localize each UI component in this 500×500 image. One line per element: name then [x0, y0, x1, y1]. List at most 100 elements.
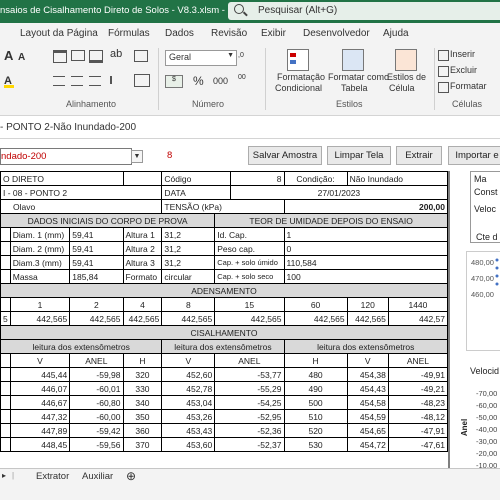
cell[interactable]: Peso cap. — [214, 241, 285, 256]
cell[interactable]: Cap. + solo úmido — [214, 255, 285, 270]
cell[interactable]: 4 — [122, 297, 163, 312]
delete-button[interactable]: Excluir — [450, 65, 477, 75]
cell[interactable]: Diam. 1 (mm) — [9, 227, 71, 242]
cell[interactable] — [0, 297, 11, 312]
sample-combo[interactable]: ndado-200 — [0, 148, 132, 165]
cell[interactable]: 446,07 — [9, 381, 71, 396]
clear-screen-button[interactable]: Limpar Tela — [327, 146, 391, 165]
format-icon[interactable] — [438, 82, 449, 93]
cell[interactable]: 454,59 — [346, 409, 389, 424]
cell[interactable]: 31,2 — [161, 227, 216, 242]
cell[interactable]: 452,60 — [161, 367, 216, 382]
cell[interactable]: Diam.3 (mm) — [9, 255, 71, 270]
align-bottom-icon[interactable] — [89, 50, 103, 63]
cell[interactable]: 445,44 — [9, 367, 71, 382]
tab-formulas[interactable]: Fórmulas — [108, 28, 150, 39]
cell[interactable] — [0, 367, 11, 382]
cell[interactable]: Código — [161, 171, 231, 186]
cell[interactable]: -47,61 — [387, 437, 448, 452]
cell[interactable]: -48,23 — [387, 395, 448, 410]
cell[interactable]: 453,26 — [161, 409, 216, 424]
cell[interactable]: 340 — [122, 395, 163, 410]
tab-desenvolvedor[interactable]: Desenvolvedor — [303, 28, 370, 39]
cell[interactable]: Massa — [9, 269, 71, 284]
cell[interactable]: Formato — [122, 269, 163, 284]
cell[interactable]: 454,58 — [346, 395, 389, 410]
cell[interactable]: 27/01/2023 — [229, 185, 448, 200]
cell[interactable]: -47,91 — [387, 423, 448, 438]
cell[interactable] — [0, 409, 11, 424]
cell[interactable]: 454,65 — [346, 423, 389, 438]
insert-icon[interactable] — [438, 50, 449, 61]
cell[interactable]: -59,42 — [69, 423, 124, 438]
cell[interactable]: 442,565 — [214, 311, 285, 326]
cell[interactable]: 1440 — [387, 297, 448, 312]
cell[interactable]: 185,84 — [69, 269, 124, 284]
cell[interactable]: 59,41 — [69, 227, 124, 242]
cell[interactable]: -60,80 — [69, 395, 124, 410]
cell[interactable]: 5 — [0, 311, 11, 326]
cell[interactable]: 330 — [122, 381, 163, 396]
cell[interactable]: circular — [161, 269, 216, 284]
cell[interactable]: 530 — [283, 437, 348, 452]
cell[interactable]: 1 — [9, 297, 71, 312]
cell-styles-label-2[interactable]: Célula — [389, 83, 415, 93]
cell[interactable]: -59,56 — [69, 437, 124, 452]
font-color-icon[interactable]: A — [4, 75, 14, 88]
align-left-icon[interactable] — [53, 76, 65, 86]
cell[interactable]: 454,38 — [346, 367, 389, 382]
orientation-icon[interactable]: ab — [110, 48, 124, 62]
cell[interactable]: -59,98 — [69, 367, 124, 382]
cell[interactable]: 442,565 — [69, 311, 124, 326]
cell[interactable] — [0, 255, 11, 270]
accounting-icon[interactable]: $ — [165, 75, 183, 88]
cell[interactable]: -52,95 — [214, 409, 285, 424]
tab-scroll-right-icon[interactable]: ▸ — [2, 471, 6, 480]
cell[interactable] — [122, 171, 163, 186]
cell[interactable]: 480 — [283, 367, 348, 382]
cell[interactable]: 500 — [283, 395, 348, 410]
cell[interactable] — [0, 395, 11, 410]
chevron-down-icon[interactable]: ▼ — [131, 150, 143, 163]
cell[interactable]: 0 — [283, 241, 448, 256]
cell[interactable] — [0, 423, 11, 438]
cell[interactable]: Altura 2 — [122, 241, 163, 256]
cell[interactable]: 448,45 — [9, 437, 71, 452]
cell[interactable]: 447,89 — [9, 423, 71, 438]
cell[interactable]: I - 08 - PONTO 2 — [0, 185, 163, 200]
cell[interactable]: 520 — [283, 423, 348, 438]
cell[interactable]: 442,565 — [283, 311, 348, 326]
cell[interactable]: 1 — [283, 227, 448, 242]
indent-decrease-icon[interactable] — [110, 76, 124, 84]
cell[interactable]: 370 — [122, 437, 163, 452]
cell[interactable] — [0, 381, 11, 396]
cell[interactable]: 442,57 — [387, 311, 448, 326]
cell[interactable]: Condição: — [283, 171, 348, 186]
cell[interactable]: 442,565 — [9, 311, 71, 326]
cell[interactable]: 120 — [346, 297, 389, 312]
align-middle-icon[interactable] — [71, 50, 85, 61]
cell[interactable]: Não Inundado — [346, 171, 448, 186]
cell[interactable]: 100 — [283, 269, 448, 284]
cell[interactable]: 453,60 — [161, 437, 216, 452]
align-right-icon[interactable] — [89, 76, 101, 86]
sheet-tab-extrator[interactable]: Extrator — [36, 471, 69, 482]
conditional-format-icon[interactable] — [287, 49, 309, 71]
cell[interactable]: 8 — [229, 171, 285, 186]
number-format-select[interactable]: Geral ▼ — [165, 50, 237, 66]
percent-button[interactable]: % — [193, 74, 204, 88]
cell[interactable]: Altura 3 — [122, 255, 163, 270]
cell[interactable]: 454,43 — [346, 381, 389, 396]
cell[interactable]: 442,565 — [122, 311, 163, 326]
tab-dados[interactable]: Dados — [165, 28, 194, 39]
cell[interactable]: O DIRETO — [0, 171, 124, 186]
cell[interactable]: 453,43 — [161, 423, 216, 438]
tab-ajuda[interactable]: Ajuda — [383, 28, 409, 39]
cell[interactable]: DATA — [161, 185, 231, 200]
cell[interactable]: -54,25 — [214, 395, 285, 410]
font-shrink-button[interactable]: A — [18, 52, 25, 63]
cell[interactable]: 442,565 — [346, 311, 389, 326]
increase-decimal-button[interactable]: ,0 — [238, 52, 244, 59]
cell-styles-label-1[interactable]: Estilos de — [387, 72, 426, 82]
cell[interactable]: 8 — [161, 297, 216, 312]
